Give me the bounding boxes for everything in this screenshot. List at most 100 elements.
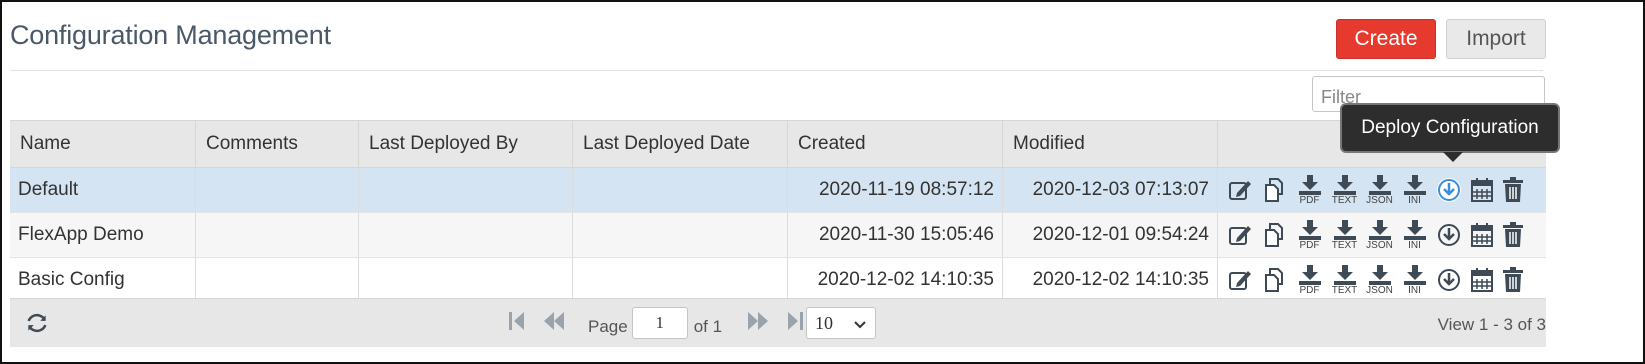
trash-button[interactable]: [1502, 222, 1524, 248]
page-count-label: of 1: [693, 317, 723, 336]
create-button[interactable]: Create: [1336, 19, 1436, 59]
cell-created: 2020-11-19 08:57:12: [788, 168, 1003, 212]
download-json-button[interactable]: JSON: [1366, 219, 1393, 251]
deploy-configuration-tooltip: Deploy Configuration: [1340, 103, 1560, 162]
table-row[interactable]: Basic Config 2020-12-02 14:10:35 2020-12-0…: [10, 258, 1546, 303]
column-header-comments[interactable]: Comments: [196, 121, 359, 167]
deploy-icon: [1436, 222, 1462, 248]
download-ini-button[interactable]: INI: [1401, 219, 1428, 251]
copy-button[interactable]: [1262, 177, 1288, 203]
page-title: Configuration Management: [10, 20, 331, 50]
tooltip-arrow: [1443, 152, 1463, 162]
page-size-select[interactable]: 10: [806, 307, 876, 339]
page-number-input[interactable]: 1: [631, 307, 688, 339]
column-header-last-deployed-by[interactable]: Last Deployed By: [359, 121, 573, 167]
chevron-down-icon: [853, 316, 867, 337]
download-icon: [1298, 219, 1322, 240]
download-ini-button[interactable]: INI: [1401, 174, 1428, 206]
copy-button[interactable]: [1262, 267, 1288, 293]
row-actions: PDF TEXT JSON INI: [1218, 168, 1546, 212]
page-size-value: 10: [815, 313, 833, 333]
download-format-label: INI: [1408, 194, 1421, 206]
trash-button[interactable]: [1502, 177, 1524, 203]
deploy-icon: [1436, 177, 1462, 203]
download-icon: [1403, 174, 1427, 195]
table-row[interactable]: Default 2020-11-19 08:57:12 2020-12-03 07:…: [10, 168, 1546, 213]
cell-comments: [196, 168, 359, 212]
calendar-icon: [1470, 177, 1494, 203]
download-icon: [1368, 264, 1392, 285]
column-header-name[interactable]: Name: [10, 121, 196, 167]
download-format-label: INI: [1408, 239, 1421, 251]
trash-button[interactable]: [1502, 267, 1524, 293]
download-icon: [1368, 174, 1392, 195]
refresh-icon[interactable]: [24, 310, 50, 341]
cell-modified: 2020-12-01 09:54:24: [1003, 213, 1218, 257]
cell-created: 2020-12-02 14:10:35: [788, 258, 1003, 302]
deploy-button[interactable]: [1436, 177, 1462, 203]
next-page-icon[interactable]: [746, 309, 770, 338]
row-actions: PDF TEXT JSON INI: [1218, 213, 1546, 257]
import-button[interactable]: Import: [1446, 19, 1546, 59]
copy-icon: [1262, 222, 1288, 248]
download-format-label: TEXT: [1331, 194, 1358, 206]
calendar-button[interactable]: [1470, 222, 1494, 248]
calendar-button[interactable]: [1470, 177, 1494, 203]
download-ini-button[interactable]: INI: [1401, 264, 1428, 296]
cell-modified: 2020-12-02 14:10:35: [1003, 258, 1218, 302]
deploy-button[interactable]: [1436, 222, 1462, 248]
download-pdf-button[interactable]: PDF: [1296, 174, 1323, 206]
download-format-label: JSON: [1366, 194, 1393, 206]
download-json-button[interactable]: JSON: [1366, 174, 1393, 206]
table-body: Default 2020-11-19 08:57:12 2020-12-03 07:…: [10, 168, 1546, 303]
calendar-button[interactable]: [1470, 267, 1494, 293]
download-text-button[interactable]: TEXT: [1331, 219, 1358, 251]
edit-button[interactable]: [1228, 178, 1254, 202]
download-icon: [1333, 219, 1357, 240]
first-page-icon[interactable]: [508, 309, 526, 338]
download-pdf-button[interactable]: PDF: [1296, 219, 1323, 251]
calendar-icon: [1470, 267, 1494, 293]
edit-button[interactable]: [1228, 268, 1254, 292]
download-icon: [1368, 219, 1392, 240]
download-pdf-button[interactable]: PDF: [1296, 264, 1323, 296]
previous-page-icon[interactable]: [542, 309, 566, 338]
download-text-button[interactable]: TEXT: [1331, 174, 1358, 206]
table-footer: Page 1 of 1 10 View 1 - 3 of 3: [10, 298, 1546, 347]
download-json-button[interactable]: JSON: [1366, 264, 1393, 296]
edit-icon: [1228, 223, 1254, 247]
column-header-created[interactable]: Created: [788, 121, 1003, 167]
cell-last-deployed-date: [573, 258, 788, 302]
copy-button[interactable]: [1262, 222, 1288, 248]
page-label: Page: [588, 317, 628, 336]
edit-icon: [1228, 268, 1254, 292]
cell-last-deployed-date: [573, 213, 788, 257]
download-text-button[interactable]: TEXT: [1331, 264, 1358, 296]
table-row[interactable]: FlexApp Demo 2020-11-30 15:05:46 2020-12-0…: [10, 213, 1546, 258]
configuration-table: Name Comments Last Deployed By Last Depl…: [10, 120, 1546, 303]
download-icon: [1298, 174, 1322, 195]
trash-icon: [1502, 267, 1524, 293]
column-header-modified[interactable]: Modified: [1003, 121, 1218, 167]
tooltip-text: Deploy Configuration: [1361, 117, 1539, 138]
download-format-label: TEXT: [1331, 284, 1358, 296]
download-format-label: JSON: [1366, 284, 1393, 296]
deploy-button[interactable]: [1436, 267, 1462, 293]
download-format-label: PDF: [1299, 284, 1320, 296]
edit-button[interactable]: [1228, 223, 1254, 247]
calendar-icon: [1470, 222, 1494, 248]
last-page-icon[interactable]: [786, 309, 804, 338]
download-format-label: JSON: [1366, 239, 1393, 251]
trash-icon: [1502, 177, 1524, 203]
copy-icon: [1262, 177, 1288, 203]
download-icon: [1403, 219, 1427, 240]
cell-last-deployed-by: [359, 168, 573, 212]
column-header-last-deployed-date[interactable]: Last Deployed Date: [573, 121, 788, 167]
cell-last-deployed-date: [573, 168, 788, 212]
download-format-label: INI: [1408, 284, 1421, 296]
cell-name: Basic Config: [10, 258, 196, 302]
cell-last-deployed-by: [359, 258, 573, 302]
download-icon: [1403, 264, 1427, 285]
edit-icon: [1228, 178, 1254, 202]
cell-created: 2020-11-30 15:05:46: [788, 213, 1003, 257]
